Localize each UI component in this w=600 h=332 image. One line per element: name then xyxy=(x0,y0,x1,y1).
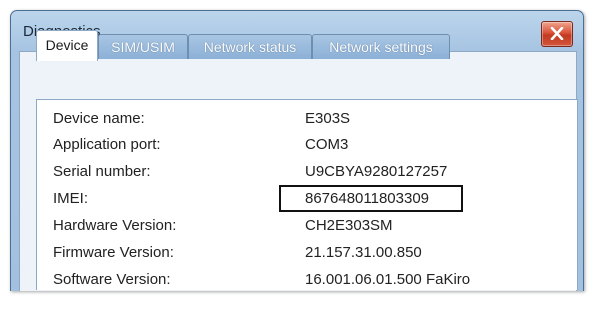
tab-network-settings[interactable]: Network settings xyxy=(312,34,450,59)
device-tab-panel: Device name: E303S Application port: COM… xyxy=(36,99,578,290)
device-name-row: Device name: E303S xyxy=(37,110,577,136)
imei-row: IMEI: 867648011803309 xyxy=(37,190,577,216)
screenshot-canvas: Diagnostics Device SIM/USIM Network stat… xyxy=(0,0,600,332)
device-name-value: E303S xyxy=(305,110,351,127)
software-version-value: 16.001.06.01.500 FaKiro xyxy=(305,271,471,288)
tab-strip: Device SIM/USIM Network status Network s… xyxy=(18,30,538,61)
firmware-version-row: Firmware Version: 21.157.31.00.850 xyxy=(37,244,577,270)
close-icon xyxy=(550,27,564,40)
serial-number-value: U9CBYA9280127257 xyxy=(305,163,448,180)
serial-number-row: Serial number: U9CBYA9280127257 xyxy=(37,163,577,189)
application-port-label: Application port: xyxy=(53,136,161,153)
hardware-version-row: Hardware Version: CH2E303SM xyxy=(37,217,577,243)
application-port-value: COM3 xyxy=(305,136,349,153)
tab-device[interactable]: Device xyxy=(36,30,98,61)
imei-label: IMEI: xyxy=(53,190,89,207)
software-version-label: Software Version: xyxy=(53,271,171,288)
serial-number-label: Serial number: xyxy=(53,163,151,180)
hardware-version-label: Hardware Version: xyxy=(53,217,177,234)
tab-network-status[interactable]: Network status xyxy=(188,34,312,59)
imei-value: 867648011803309 xyxy=(305,190,430,207)
close-button[interactable] xyxy=(541,21,573,47)
firmware-version-value: 21.157.31.00.850 xyxy=(305,244,422,261)
hardware-version-value: CH2E303SM xyxy=(305,217,393,234)
software-version-row: Software Version: 16.001.06.01.500 FaKir… xyxy=(37,271,577,297)
firmware-version-label: Firmware Version: xyxy=(53,244,174,261)
tab-sim-usim[interactable]: SIM/USIM xyxy=(98,34,188,59)
application-port-row: Application port: COM3 xyxy=(37,136,577,162)
device-name-label: Device name: xyxy=(53,110,145,127)
